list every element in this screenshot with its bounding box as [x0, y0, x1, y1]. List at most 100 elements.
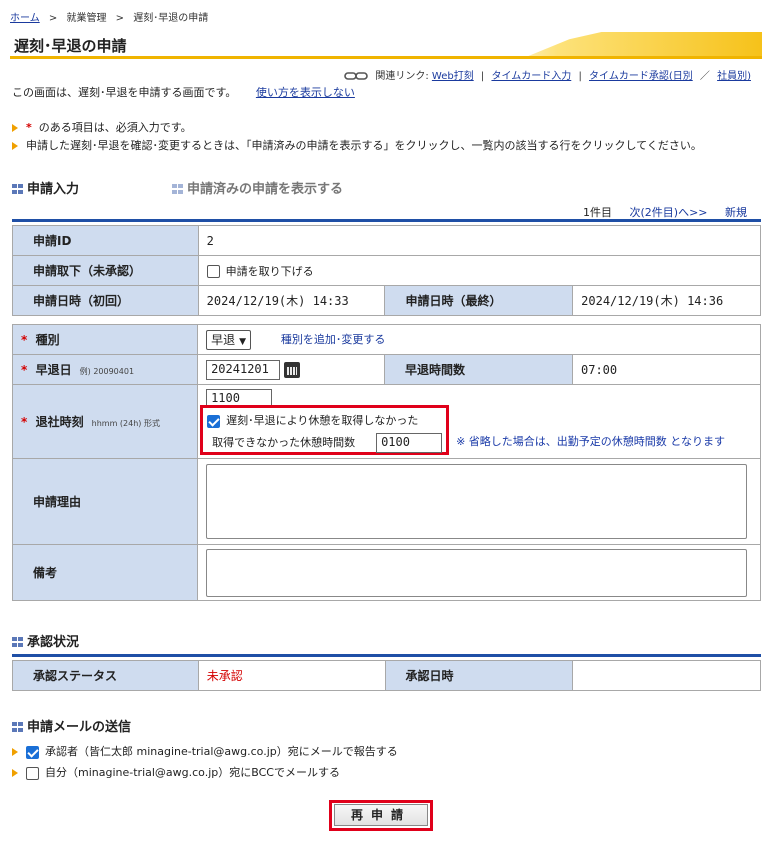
- calendar-icon[interactable]: [284, 361, 301, 378]
- breadcrumb-current: 遅刻･早退の申請: [133, 13, 209, 24]
- title-underline: [10, 56, 762, 59]
- leave-time-label-text: 退社時刻: [35, 415, 84, 429]
- no-break-highlight-box: 遅刻･早退により休憩を取得しなかった 取得できなかった休憩時間数 0100: [200, 405, 450, 455]
- application-id-value: 2: [197, 225, 762, 256]
- mail-self-checkbox[interactable]: [26, 766, 39, 780]
- no-break-checkbox[interactable]: [207, 414, 221, 428]
- approval-table: 承認ステータス 未承認 承認日時: [12, 660, 761, 691]
- note-edit-text: 申請した遅刻･早退を確認･変更するときは、「申請済みの申請を表示する」をクリック…: [26, 139, 702, 152]
- related-link-web-stamp[interactable]: Web打刻: [432, 71, 474, 82]
- withdraw-checkbox[interactable]: [206, 265, 220, 278]
- bullet-triangle-icon: [12, 748, 18, 756]
- mail-approver-checkbox[interactable]: [26, 745, 39, 759]
- reason-textarea[interactable]: [206, 464, 748, 539]
- break-note: ※ 省略した場合は、出勤予定の休憩時間数 となります: [456, 435, 725, 448]
- intro-text: この画面は、遅刻･早退を申請する画面です。: [12, 86, 237, 99]
- type-label: * 種別: [11, 324, 199, 355]
- required-mark: *: [21, 333, 28, 347]
- leave-time-cell: 1100 遅刻･早退により休憩を取得しなかった 取得できなかった休憩時間数 010…: [197, 384, 761, 459]
- last-submitted-label: 申請日時（最終）: [384, 285, 574, 316]
- approval-status-value: 未承認: [197, 660, 386, 691]
- edit-type-link[interactable]: 種別を追加･変更する: [281, 333, 386, 346]
- remarks-cell: [197, 544, 761, 601]
- application-form-table: * 種別 早退 ▼ 種別を追加･変更する * 早退日 例) 20090401 202…: [11, 324, 761, 601]
- type-cell: 早退 ▼ 種別を追加･変更する: [197, 324, 761, 355]
- breadcrumb-separator: >: [48, 13, 58, 24]
- break-row: 取得できなかった休憩時間数 0100: [212, 433, 443, 453]
- section-input-title: 申請入力: [27, 182, 80, 197]
- page-title-bar: 遅刻･早退の申請: [0, 28, 762, 59]
- type-select-value: 早退: [211, 332, 236, 347]
- section-mail-header: 申請メールの送信: [12, 716, 131, 735]
- leave-time-hint: hhmm (24h) 形式: [91, 419, 160, 428]
- mail-self-label[interactable]: 自分（minagine-trial@awg.co.jp）宛にBCCでメールする: [45, 766, 340, 779]
- type-label-text: 種別: [35, 333, 60, 347]
- record-navigation: 1件目 次(2件目)へ>> 新規: [583, 204, 747, 220]
- related-links-separator: |: [480, 71, 485, 82]
- required-mark: *: [26, 121, 32, 134]
- note-edit: 申請した遅刻･早退を確認･変更するときは、「申請済みの申請を表示する」をクリック…: [12, 137, 702, 155]
- section-divider-blue: [12, 654, 761, 657]
- title-swoosh-decoration: [528, 32, 762, 56]
- date-cell: 20241201: [197, 354, 386, 385]
- leave-time-label: * 退社時刻 hhmm (24h) 形式: [11, 384, 199, 459]
- reason-cell: [197, 458, 761, 545]
- mail-approver-label[interactable]: 承認者（皆仁太郎 minagine-trial@awg.co.jp）宛にメールで…: [45, 745, 398, 758]
- section-divider-blue: [12, 219, 761, 222]
- section-input-header: 申請入力: [12, 178, 79, 197]
- related-links-label: 関連リンク:: [375, 71, 429, 82]
- resubmit-highlight-box: 再申請: [329, 800, 433, 831]
- breadcrumb-home-link[interactable]: ホーム: [10, 13, 40, 24]
- show-submitted-label[interactable]: 申請済みの申請を表示する: [187, 182, 343, 197]
- show-submitted-tab[interactable]: 申請済みの申請を表示する: [172, 178, 343, 197]
- bullet-triangle-icon: [12, 124, 18, 132]
- hide-help-link[interactable]: 使い方を表示しない: [256, 86, 355, 99]
- related-link-timecard-approval-daily[interactable]: タイムカード承認(日別: [589, 71, 693, 82]
- chevron-down-icon: ▼: [239, 336, 247, 347]
- breadcrumb: ホーム > 就業管理 > 遅刻･早退の申請: [10, 9, 208, 24]
- section-square-icon: [12, 637, 23, 647]
- section-approval-header: 承認状況: [12, 631, 79, 650]
- last-submitted-value: 2024/12/19(木) 14:36: [572, 285, 761, 316]
- note-required-text: のある項目は、必須入力です。: [38, 121, 192, 134]
- date-hint: 例) 20090401: [79, 367, 135, 376]
- break-label: 取得できなかった休憩時間数: [212, 436, 356, 449]
- related-link-timecard-input[interactable]: タイムカード入力: [491, 71, 571, 82]
- no-break-row: 遅刻･早退により休憩を取得しなかった: [207, 412, 418, 428]
- reason-label: 申請理由: [11, 458, 199, 545]
- resubmit-button[interactable]: 再申請: [334, 804, 428, 826]
- section-square-icon: [12, 184, 23, 194]
- break-input[interactable]: 0100: [376, 433, 443, 453]
- date-input[interactable]: 20241201: [206, 359, 281, 380]
- application-id-label: 申請ID: [12, 225, 199, 256]
- required-mark: *: [21, 415, 28, 429]
- remarks-textarea[interactable]: [206, 548, 748, 597]
- mail-self-row: 自分（minagine-trial@awg.co.jp）宛にBCCでメールする: [12, 762, 398, 783]
- related-links-separator: |: [578, 71, 582, 82]
- mail-approver-row: 承認者（皆仁太郎 minagine-trial@awg.co.jp）宛にメールで…: [12, 741, 398, 762]
- date-label: * 早退日 例) 20090401: [11, 354, 199, 385]
- intro-line: この画面は、遅刻･早退を申請する画面です。 使い方を表示しない: [12, 84, 355, 100]
- early-hours-value: 07:00: [572, 354, 761, 385]
- record-count: 1件目: [582, 206, 612, 219]
- approval-date-value: [572, 660, 761, 691]
- bullet-triangle-icon: [12, 769, 18, 777]
- withdraw-cell: 申請を取り下げる: [197, 255, 762, 286]
- remarks-label: 備考: [11, 544, 199, 601]
- withdraw-label: 申請取下（未承認）: [12, 255, 199, 286]
- next-record-link[interactable]: 次(2件目)へ>>: [629, 206, 707, 219]
- related-link-by-employee[interactable]: 社員別): [717, 71, 751, 82]
- required-mark: *: [21, 363, 28, 377]
- notes: * のある項目は、必須入力です。 申請した遅刻･早退を確認･変更するときは、「申…: [12, 119, 702, 155]
- withdraw-checkbox-label[interactable]: 申請を取り下げる: [226, 265, 314, 278]
- section-mail-title: 申請メールの送信: [27, 720, 132, 735]
- no-break-checkbox-label[interactable]: 遅刻･早退により休憩を取得しなかった: [226, 414, 418, 427]
- link-chain-icon: [344, 72, 368, 80]
- approval-date-label: 承認日時: [384, 660, 574, 691]
- mail-options: 承認者（皆仁太郎 minagine-trial@awg.co.jp）宛にメールで…: [12, 741, 398, 783]
- section-approval-title: 承認状況: [27, 635, 80, 650]
- type-select[interactable]: 早退 ▼: [206, 329, 252, 350]
- related-links-slash: ／: [699, 71, 710, 82]
- approval-status-label: 承認ステータス: [12, 660, 199, 691]
- new-record-link[interactable]: 新規: [725, 206, 747, 219]
